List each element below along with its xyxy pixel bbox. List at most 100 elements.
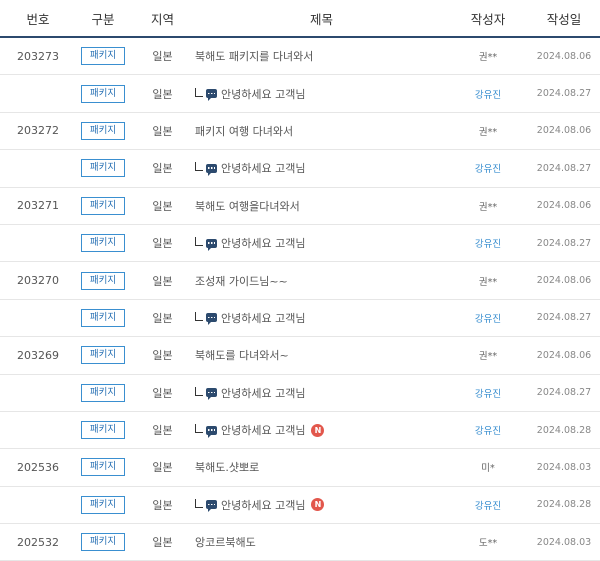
author-cell: 강유진 — [474, 426, 502, 438]
table-header: 번호 구분 지역 제목 작성자 작성일 — [0, 0, 600, 38]
title-cell: 북해도 여행을다녀와서 — [195, 198, 448, 214]
post-number: 203271 — [17, 199, 59, 213]
category-cell: 패키지 — [76, 121, 130, 140]
title-cell: 북해도를 다녀와서~ — [195, 347, 448, 363]
date-cell: 2024.08.06 — [536, 50, 592, 62]
category-cell: 패키지 — [76, 421, 130, 440]
date-cell: 2024.08.03 — [536, 461, 592, 473]
post-title-link[interactable]: 북해도 패키지를 다녀와서 — [195, 48, 313, 64]
table-row[interactable]: 203271 패키지 일본 북해도 여행을다녀와서 권** 2024.08.06 — [0, 188, 600, 225]
speech-bubble-icon — [206, 388, 217, 401]
title-cell: 패키지 여행 다녀와서 — [195, 123, 448, 139]
speech-bubble-icon — [206, 238, 217, 251]
table-row[interactable]: 203270 패키지 일본 조성재 가이드님~~ 권** 2024.08.06 — [0, 262, 600, 300]
region-cell: 일본 — [152, 274, 173, 288]
category-cell: 패키지 — [76, 271, 130, 290]
table-body: 203273 패키지 일본 북해도 패키지를 다녀와서 권** 2024.08.06 패키지… — [0, 38, 600, 561]
reply-arrow-icon — [195, 386, 203, 396]
category-badge[interactable]: 패키지 — [81, 84, 125, 103]
header-title: 제목 — [309, 11, 333, 27]
reply-row[interactable]: 패키지 일본 안녕하세요 고객님 강유진 2024.08.27 — [0, 150, 600, 188]
post-number: 202532 — [17, 535, 59, 549]
date-cell: 2024.08.28 — [536, 499, 592, 511]
title-cell: 조성재 가이드님~~ — [195, 273, 448, 289]
table-row[interactable]: 202532 패키지 일본 앙코르북해도 도** 2024.08.03 — [0, 524, 600, 561]
author-cell: 권** — [478, 351, 498, 363]
region-cell: 일본 — [152, 237, 173, 251]
reply-arrow-icon — [195, 87, 203, 97]
region-cell: 일본 — [152, 311, 173, 325]
title-cell: 북해도 패키지를 다녀와서 — [195, 48, 448, 64]
category-badge[interactable]: 패키지 — [81, 421, 125, 440]
review-board: 번호 구분 지역 제목 작성자 작성일 203273 패키지 일본 북해도 패키지를 … — [0, 0, 600, 561]
post-title-link[interactable]: 북해도를 다녀와서~ — [195, 347, 289, 363]
post-number: 203273 — [17, 49, 59, 63]
region-cell: 일본 — [152, 349, 173, 363]
table-row[interactable]: 203269 패키지 일본 북해도를 다녀와서~ 권** 2024.08.06 — [0, 337, 600, 375]
category-badge[interactable]: 패키지 — [81, 234, 125, 253]
header-date: 작성일 — [546, 11, 582, 27]
author-cell: 강유진 — [474, 313, 502, 325]
table-row[interactable]: 203272 패키지 일본 패키지 여행 다녀와서 권** 2024.08.06 — [0, 113, 600, 151]
region-cell: 일본 — [152, 424, 173, 438]
post-title-link[interactable]: 안녕하세요 고객님 — [221, 385, 305, 401]
category-cell: 패키지 — [76, 308, 130, 327]
title-cell: 안녕하세요 고객님 — [195, 160, 448, 176]
category-badge[interactable]: 패키지 — [81, 346, 125, 365]
post-title-link[interactable]: 안녕하세요 고객님 — [221, 497, 305, 513]
post-number: 203270 — [17, 274, 59, 288]
category-badge[interactable]: 패키지 — [81, 458, 125, 477]
post-title-link[interactable]: 앙코르북해도 — [195, 534, 256, 550]
header-type: 구분 — [91, 11, 115, 27]
category-badge[interactable]: 패키지 — [81, 47, 125, 66]
post-title-link[interactable]: 북해도 여행을다녀와서 — [195, 198, 300, 214]
reply-row[interactable]: 패키지 일본 안녕하세요 고객님 N 강유진 2024.08.28 — [0, 412, 600, 450]
category-badge[interactable]: 패키지 — [81, 159, 125, 178]
category-badge[interactable]: 패키지 — [81, 308, 125, 327]
author-cell: 권** — [478, 276, 498, 288]
post-title-link[interactable]: 북해도.샷뽀로 — [195, 459, 259, 475]
post-title-link[interactable]: 안녕하세요 고객님 — [221, 310, 305, 326]
author-cell: 강유진 — [474, 500, 502, 512]
post-title-link[interactable]: 조성재 가이드님~~ — [195, 273, 288, 289]
reply-arrow-icon — [195, 311, 203, 321]
reply-row[interactable]: 패키지 일본 안녕하세요 고객님 강유진 2024.08.27 — [0, 375, 600, 412]
table-row[interactable]: 203273 패키지 일본 북해도 패키지를 다녀와서 권** 2024.08.06 — [0, 38, 600, 76]
new-badge: N — [311, 498, 325, 512]
header-region: 지역 — [150, 11, 174, 27]
date-cell: 2024.08.06 — [536, 125, 592, 137]
category-badge[interactable]: 패키지 — [81, 533, 125, 552]
post-title-link[interactable]: 안녕하세요 고객님 — [221, 86, 305, 102]
category-badge[interactable]: 패키지 — [81, 383, 125, 402]
date-cell: 2024.08.27 — [536, 387, 592, 399]
author-cell: 강유진 — [474, 239, 502, 251]
region-cell: 일본 — [152, 498, 173, 512]
post-title-link[interactable]: 안녕하세요 고객님 — [221, 422, 305, 438]
date-cell: 2024.08.03 — [536, 536, 592, 548]
post-title-link[interactable]: 안녕하세요 고객님 — [221, 235, 305, 251]
reply-row[interactable]: 패키지 일본 안녕하세요 고객님 N 강유진 2024.08.28 — [0, 487, 600, 525]
reply-row[interactable]: 패키지 일본 안녕하세요 고객님 강유진 2024.08.27 — [0, 300, 600, 338]
speech-bubble-icon — [206, 313, 217, 326]
title-cell: 안녕하세요 고객님 — [195, 310, 448, 326]
category-cell: 패키지 — [76, 533, 130, 552]
region-cell: 일본 — [152, 162, 173, 176]
category-badge[interactable]: 패키지 — [81, 495, 125, 514]
title-cell: 앙코르북해도 — [195, 534, 448, 550]
post-title-link[interactable]: 안녕하세요 고객님 — [221, 160, 305, 176]
category-cell: 패키지 — [76, 383, 130, 402]
reply-row[interactable]: 패키지 일본 안녕하세요 고객님 강유진 2024.08.27 — [0, 75, 600, 113]
category-badge[interactable]: 패키지 — [81, 196, 125, 215]
post-number: 203269 — [17, 348, 59, 362]
table-row[interactable]: 202536 패키지 일본 북해도.샷뽀로 미* 2024.08.03 — [0, 449, 600, 487]
author-cell: 미* — [481, 463, 495, 475]
category-badge[interactable]: 패키지 — [81, 271, 125, 290]
category-cell: 패키지 — [76, 196, 130, 215]
category-badge[interactable]: 패키지 — [81, 121, 125, 140]
reply-row[interactable]: 패키지 일본 안녕하세요 고객님 강유진 2024.08.27 — [0, 225, 600, 263]
post-title-link[interactable]: 패키지 여행 다녀와서 — [195, 123, 293, 139]
category-cell: 패키지 — [76, 159, 130, 178]
title-cell: 안녕하세요 고객님 — [195, 235, 448, 251]
date-cell: 2024.08.27 — [536, 312, 592, 324]
reply-arrow-icon — [195, 237, 203, 247]
